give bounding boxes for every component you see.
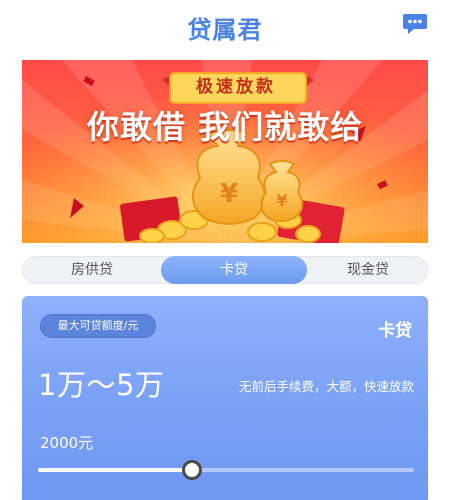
promo-banner[interactable]: ¥ ¥ 极速放款 你敢借 我们就敢给 xyxy=(22,60,428,243)
yuan-icon: ¥ xyxy=(276,191,287,210)
slider-fill xyxy=(38,468,193,472)
limit-badge: 最大可贷额度/元 xyxy=(40,314,156,338)
chat-icon[interactable] xyxy=(402,12,428,36)
loan-type-tabs: 房供贷 卡贷 现金贷 xyxy=(22,256,428,284)
tab-cash-loan[interactable]: 现金贷 xyxy=(307,256,429,284)
banner-tag: 极速放款 xyxy=(196,77,276,97)
tab-card-loan[interactable]: 卡贷 xyxy=(161,256,307,284)
loan-card: 最大可贷额度/元 卡贷 1万～5万 无前后手续费，大额，快速放款 2000元 xyxy=(22,296,428,500)
card-type-label: 卡贷 xyxy=(378,321,412,341)
tab-house-loan[interactable]: 房供贷 xyxy=(23,256,161,284)
slider-thumb[interactable] xyxy=(182,460,203,480)
app-header: 贷属君 xyxy=(0,0,450,52)
yuan-icon: ¥ xyxy=(220,179,238,209)
loan-description: 无前后手续费，大额，快速放款 xyxy=(238,379,414,394)
banner-slogan: 你敢借 我们就敢给 xyxy=(86,108,364,146)
loan-range: 1万～5万 xyxy=(38,368,165,402)
selected-amount: 2000元 xyxy=(40,434,94,452)
app-title: 贷属君 xyxy=(187,16,263,44)
amount-slider[interactable] xyxy=(38,458,414,482)
